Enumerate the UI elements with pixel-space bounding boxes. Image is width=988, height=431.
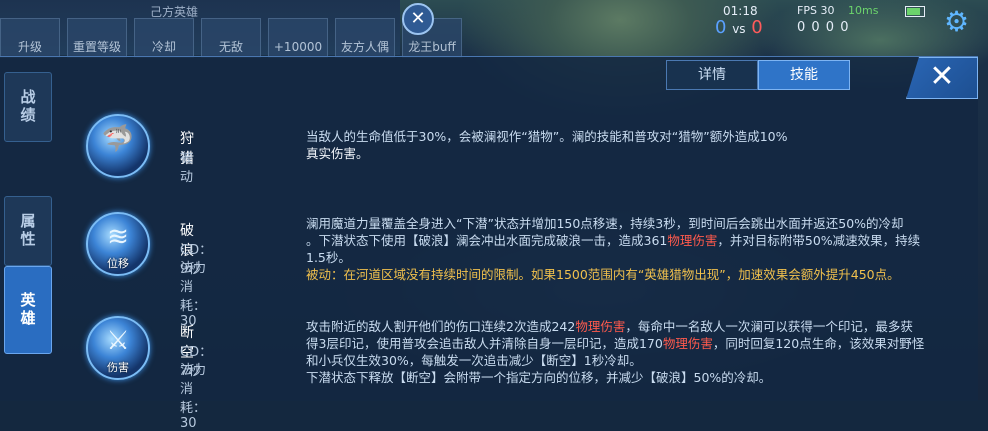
skill-description: 攻击附近的敌人割开他们的伤口连续2次造成242物理伤害，每命中一名敌人一次澜可以…	[306, 318, 966, 386]
description-text: ，同时回复120点生命，该效果对野怪	[712, 336, 925, 351]
close-icon[interactable]: ✕	[402, 3, 434, 35]
description-text: 澜用魔道力量覆盖全身进入“下潜”状态并增加150点移速，持续3秒，到时间后会跳出…	[306, 216, 904, 231]
tab-details[interactable]: 详情	[666, 60, 758, 90]
description-text: 。下潜状态下使用【破浪】澜会冲出水面完成破浪一击，造成361	[306, 233, 668, 248]
description-line: 下潜状态下释放【断空】会附带一个指定方向的位移，并减少【破浪】50%的冷却。	[306, 369, 966, 386]
skill-tag: 位移	[107, 257, 129, 270]
description-text: ，并对目标附带50%减速效果，持续	[717, 233, 921, 248]
score-vs: vs	[732, 22, 746, 36]
tab-skills[interactable]: 技能	[758, 60, 850, 90]
description-text: 真实伤害。	[306, 146, 369, 161]
description-line: 和小兵仅生效30%，每触发一次追击减少【断空】1秒冷却。	[306, 352, 966, 369]
description-text: 物理伤害	[667, 233, 718, 248]
description-text: 物理伤害	[575, 319, 626, 334]
match-timer: 01:18	[723, 4, 758, 18]
description-text: ，每命中一名敌人一次澜可以获得一个印记，最多获	[625, 319, 913, 334]
description-text: 当敌人的生命值低于30%，会被澜视作“猎物”。澜的技能和普攻对“猎物”额外造成1…	[306, 129, 788, 144]
debug-cell[interactable]: +10000	[268, 18, 328, 58]
description-line: 得3层印记，使用普攻会追击敌人并清除自身一层印记，造成170物理伤害，同时回复1…	[306, 335, 966, 352]
description-line: 。下潜状态下使用【破浪】澜会冲出水面完成破浪一击，造成361物理伤害，并对目标附…	[306, 232, 966, 249]
ping-readout: 10ms	[848, 4, 879, 17]
skill-description: 澜用魔道力量覆盖全身进入“下潜”状态并增加150点移速，持续3秒，到时间后会跳出…	[306, 215, 966, 283]
debug-cell[interactable]: 冷却	[134, 18, 194, 58]
description-text: 1.5秒。	[306, 250, 351, 265]
debug-cell[interactable]: 友方人偶	[335, 18, 395, 58]
tab-attributes[interactable]: 属性	[4, 196, 52, 266]
score-blue: 0	[715, 17, 727, 38]
kda-stats: 0 0 0 0	[797, 20, 850, 35]
skill-tag: 伤害	[107, 361, 129, 374]
description-line: 1.5秒。	[306, 249, 966, 266]
score-display: 0 vs 0	[715, 17, 763, 38]
description-line: 当敌人的生命值低于30%，会被澜视作“猎物”。澜的技能和普攻对“猎物”额外造成1…	[306, 128, 966, 145]
tab-stats[interactable]: 战绩	[4, 72, 52, 142]
side-tab-bar: 战绩 属性 英雄	[0, 60, 52, 400]
skill-mana-cost: 法力消耗：30	[180, 261, 207, 329]
skill-description: 当敌人的生命值低于30%，会被澜视作“猎物”。澜的技能和普攻对“猎物”额外造成1…	[306, 128, 966, 162]
wave-glyph: ≋	[107, 222, 129, 252]
description-text: 得3层印记，使用普攻会追击敌人并清除自身一层印记，造成170	[306, 336, 663, 351]
score-red: 0	[751, 17, 763, 38]
skill-mana-cost: 法力消耗：30	[180, 363, 207, 431]
slash-icon[interactable]: ⚔ 伤害	[86, 316, 150, 380]
fps-readout: FPS 30	[797, 4, 835, 17]
debug-cells: 升级 重置等级 冷却 无敌 +10000 友方人偶 龙王buff	[0, 18, 469, 58]
description-line: 真实伤害。	[306, 145, 966, 162]
description-text: 攻击附近的敌人割开他们的伤口连续2次造成242	[306, 319, 576, 334]
skill-type: 被动	[180, 151, 194, 185]
description-line: 澜用魔道力量覆盖全身进入“下潜”状态并增加150点移速，持续3秒，到时间后会跳出…	[306, 215, 966, 232]
top-tab-bar: 详情 技能	[666, 60, 850, 90]
tab-hero[interactable]: 英雄	[4, 266, 52, 354]
battery-icon	[905, 6, 925, 17]
description-text: 下潜状态下释放【断空】会附带一个指定方向的位移，并减少【破浪】50%的冷却。	[306, 370, 772, 385]
debug-toolbar: 己方英雄 升级 重置等级 冷却 无敌 +10000 友方人偶 龙王buff	[0, 0, 462, 58]
description-text: 和小兵仅生效30%，每触发一次追击减少【断空】1秒冷却。	[306, 353, 642, 368]
debug-cell[interactable]: 无敌	[201, 18, 261, 58]
description-line: 攻击附近的敌人割开他们的伤口连续2次造成242物理伤害，每命中一名敌人一次澜可以…	[306, 318, 966, 335]
shark-glyph: 🦈	[101, 124, 135, 154]
wave-icon[interactable]: ≋ 位移	[86, 212, 150, 276]
description-text: 被动：在河道区域没有持续时间的限制。如果1500范围内有“英雄猎物出现”，加速效…	[306, 267, 900, 282]
gear-icon[interactable]: ⚙	[944, 8, 969, 36]
slash-glyph: ⚔	[106, 326, 130, 356]
debug-cell[interactable]: 升级	[0, 18, 60, 58]
description-line: 被动：在河道区域没有持续时间的限制。如果1500范围内有“英雄猎物出现”，加速效…	[306, 266, 966, 283]
close-icon: ✕	[929, 59, 955, 94]
shark-icon[interactable]: 🦈	[86, 114, 150, 178]
description-text: 物理伤害	[662, 336, 713, 351]
debug-cell[interactable]: 重置等级	[67, 18, 127, 58]
